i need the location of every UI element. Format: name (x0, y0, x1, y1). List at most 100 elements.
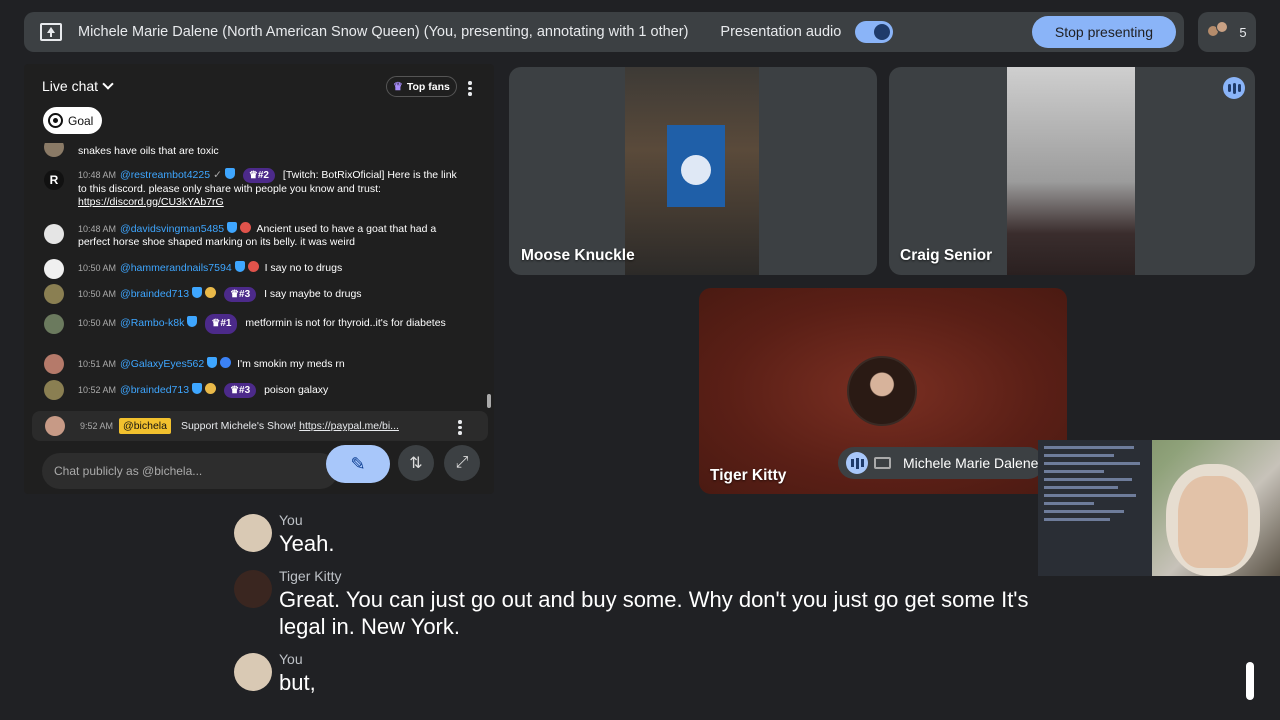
avatar (44, 380, 64, 400)
member-badge-icon (240, 222, 252, 233)
moderator-shield-icon (207, 357, 218, 368)
avatar (44, 224, 64, 244)
presentation-audio-label: Presentation audio (720, 24, 842, 40)
caption-text: Great. You can just go out and buy some.… (279, 587, 1029, 639)
caption-speaker: You (279, 651, 303, 667)
message-time: 10:50 AM (78, 318, 117, 328)
present-screen-icon (40, 23, 62, 41)
live-chat-title[interactable]: Live chat (42, 78, 98, 94)
message-link[interactable]: https://discord.gg/CU3kYAb7rG (78, 196, 224, 208)
participants-avatars-icon (1207, 21, 1231, 43)
rank-badge: ♛#2 (242, 168, 275, 183)
pinned-link[interactable]: https://paypal.me/bi... (299, 420, 399, 432)
camera-icon[interactable] (874, 457, 891, 469)
message-text: I say no to drugs (264, 262, 343, 274)
presenting-bar: Michele Marie Dalene (North American Sno… (24, 12, 1184, 52)
message-user[interactable]: @davidsvingman5485 (120, 223, 224, 235)
message-time: 10:51 AM (78, 359, 117, 369)
avatar (44, 284, 64, 304)
chevron-down-icon[interactable] (102, 78, 114, 90)
member-badge-icon (205, 383, 217, 394)
tile-moose-knuckle[interactable]: Moose Knuckle (509, 67, 877, 275)
crown-icon: ♛ (230, 289, 240, 300)
caption-text: but, (279, 670, 316, 695)
pen-icon: ✎ (350, 453, 366, 474)
chat-scrollbar[interactable] (487, 394, 491, 408)
self-name: Michele Marie Dalene (903, 455, 1039, 471)
self-name-pill[interactable]: Michele Marie Dalene (838, 447, 1044, 479)
live-chat-panel: Live chat ♛ Top fans Goal snakes have oi… (24, 64, 494, 494)
avatar: R (44, 170, 64, 190)
expand-icon[interactable]: ⤢ (444, 445, 480, 481)
pinned-time: 9:52 AM (80, 421, 114, 431)
pinned-text: Support Michele's Show! (180, 420, 297, 432)
message-text: I say maybe to drugs (264, 288, 362, 300)
message-time: 10:52 AM (78, 385, 117, 395)
verified-icon: ✓ (213, 169, 222, 181)
avatar (234, 514, 272, 552)
swap-icon[interactable]: ⇅ (398, 445, 434, 481)
crown-icon: ♛ (230, 385, 240, 396)
avatar (234, 570, 272, 608)
goal-chip[interactable]: Goal (43, 107, 103, 134)
avatar (44, 314, 64, 334)
goal-label: Goal (68, 113, 94, 128)
chat-input[interactable]: Chat publicly as @bichela... (42, 453, 338, 489)
avatar (44, 354, 64, 374)
rank-badge: ♛#1 (205, 314, 238, 334)
rank-badge: ♛#3 (224, 383, 257, 398)
member-badge-icon (205, 287, 217, 298)
caption-text: Yeah. (279, 531, 335, 556)
presenter-title: Michele Marie Dalene (North American Sno… (78, 24, 689, 40)
participant-name: Craig Senior (900, 247, 993, 264)
message-time: 10:50 AM (78, 289, 117, 299)
caption-speaker: Tiger Kitty (279, 568, 342, 584)
top-fans-label: Top fans (406, 80, 450, 93)
participants-button[interactable]: 5 (1198, 12, 1256, 52)
pinned-message[interactable]: 9:52 AM @bichela Support Michele's Show!… (32, 411, 488, 441)
toggle-knob (874, 24, 891, 40)
message-user[interactable]: @GalaxyEyes562 (120, 358, 204, 370)
participant-video (625, 67, 759, 275)
audio-level-icon (846, 452, 868, 474)
moderator-shield-icon (192, 383, 203, 394)
caption-speaker: You (279, 512, 303, 528)
message-time: 10:48 AM (78, 224, 117, 234)
message-user[interactable]: @Rambo-k8k (120, 317, 184, 329)
moderator-shield-icon (234, 261, 245, 272)
moderator-shield-icon (187, 316, 198, 327)
pinned-user[interactable]: @bichela (119, 418, 171, 434)
presentation-audio-toggle[interactable] (855, 21, 894, 43)
message-user[interactable]: @restreambot4225 (120, 169, 210, 181)
member-badge-icon (247, 261, 259, 272)
moderator-shield-icon (224, 168, 235, 179)
annotate-pen-button[interactable]: ✎ (326, 445, 390, 483)
avatar (234, 653, 272, 691)
participant-name: Tiger Kitty (710, 467, 787, 484)
message-text: snakes have oils that are toxic (78, 145, 219, 157)
rank-badge: ♛#3 (224, 287, 257, 302)
avatar (45, 416, 65, 436)
speaking-indicator-icon (1223, 77, 1245, 99)
moderator-shield-icon (192, 287, 203, 298)
message-text: I'm smokin my meds rn (237, 358, 345, 370)
pinned-more-icon[interactable] (458, 418, 462, 437)
top-fans-button[interactable]: ♛ Top fans (386, 76, 457, 97)
tile-craig-senior[interactable]: Craig Senior (889, 67, 1255, 275)
moderator-shield-icon (227, 222, 238, 233)
message-user[interactable]: @brainded713 (120, 288, 189, 300)
participant-video (1007, 67, 1135, 275)
participants-count: 5 (1239, 24, 1247, 40)
message-user[interactable]: @hammerandnails7594 (120, 262, 232, 274)
captions-scrollbar[interactable] (1246, 662, 1254, 700)
chat-message-list[interactable]: snakes have oils that are toxic R 10:48 … (24, 143, 494, 411)
message-time: 10:48 AM (78, 170, 117, 180)
goal-icon (48, 113, 63, 128)
crown-icon: ♛ (393, 81, 403, 93)
stop-presenting-button[interactable]: Stop presenting (1031, 16, 1176, 48)
avatar (44, 259, 64, 279)
message-text: metformin is not for thyroid..it's for d… (245, 317, 446, 329)
avatar (44, 143, 64, 157)
chat-more-icon[interactable] (468, 79, 472, 98)
message-user[interactable]: @brainded713 (120, 384, 189, 396)
